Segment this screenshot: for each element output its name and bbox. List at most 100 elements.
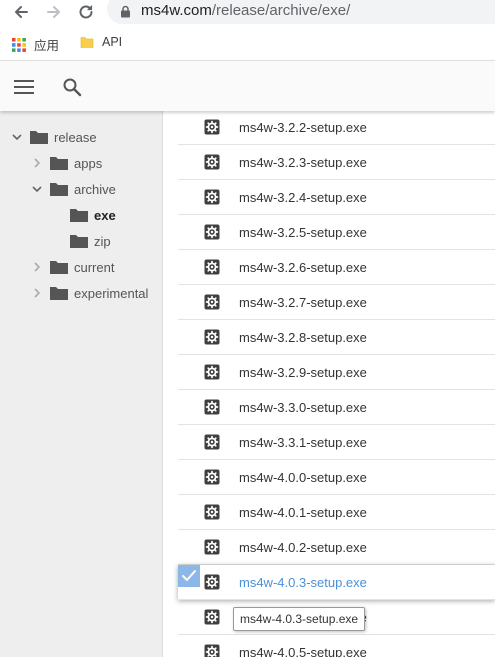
file-name[interactable]: ms4w-3.2.8-setup.exe (239, 330, 367, 345)
file-row[interactable]: ms4w-3.3.0-setup.exe (178, 390, 495, 425)
bookmark-api-label: API (102, 35, 123, 49)
executable-file-icon (204, 644, 220, 657)
arrow-left-icon (15, 6, 28, 18)
file-name[interactable]: ms4w-3.2.2-setup.exe (239, 120, 367, 135)
tree-item-label: release (54, 129, 97, 145)
url-text[interactable]: ms4w.com/release/archive/exe/ (141, 2, 350, 19)
executable-file-icon (204, 504, 220, 525)
filename-tooltip: ms4w-4.0.3-setup.exe (233, 607, 366, 631)
executable-file-icon (204, 469, 220, 490)
executable-file-icon (204, 539, 220, 560)
file-name[interactable]: ms4w-3.2.5-setup.exe (239, 225, 367, 240)
bookmarks-bar: 应用 API (0, 28, 495, 60)
file-row[interactable]: ms4w-3.2.9-setup.exe (178, 355, 495, 390)
tree-item-archive[interactable]: archive (30, 176, 116, 202)
back-button[interactable] (9, 0, 33, 24)
browser-toolbar: ms4w.com/release/archive/exe/ (0, 0, 495, 28)
file-row[interactable]: ms4w-4.0.3-setup.exe (178, 565, 495, 600)
executable-file-icon (204, 119, 220, 140)
folder-icon (30, 131, 48, 144)
tree-item-label: exe (94, 207, 116, 223)
file-row[interactable]: ms4w-3.2.7-setup.exe (178, 285, 495, 320)
executable-file-icon (204, 574, 220, 595)
folder-icon (70, 209, 88, 222)
folder-icon (50, 157, 68, 170)
tree-item-label: experimental (74, 285, 149, 301)
apps-grid-icon (12, 37, 26, 52)
tree-item-zip[interactable]: zip (50, 228, 111, 254)
file-row[interactable]: ms4w-3.3.1-setup.exe (178, 425, 495, 460)
file-name[interactable]: ms4w-3.2.6-setup.exe (239, 260, 367, 275)
url-host: ms4w.com (141, 2, 212, 19)
bookmark-apps-label: 应用 (34, 39, 60, 53)
executable-file-icon (204, 609, 220, 630)
tree-item-experimental[interactable]: experimental (30, 280, 148, 306)
tree-item-current[interactable]: current (30, 254, 114, 280)
executable-file-icon (204, 189, 220, 210)
executable-file-icon (204, 294, 220, 315)
tree-item-apps[interactable]: apps (30, 150, 102, 176)
tree-item-exe[interactable]: exe (50, 202, 116, 228)
file-row[interactable]: ms4w-4.0.1-setup.exe (178, 495, 495, 530)
bookmark-apps[interactable]: 应用 (12, 35, 59, 54)
executable-file-icon (204, 364, 220, 385)
file-row[interactable]: ms4w-3.2.6-setup.exe (178, 250, 495, 285)
app-header (0, 60, 495, 111)
chevron-down-icon[interactable] (10, 130, 24, 144)
file-list: ms4w-3.2.2-setup.exe ms4w-3.2.3-setup.exe… (178, 111, 495, 657)
lock-icon (121, 5, 130, 18)
chevron-right-icon[interactable] (30, 286, 44, 300)
file-row[interactable]: ms4w-3.2.8-setup.exe (178, 320, 495, 355)
folder-icon (70, 235, 88, 248)
file-row[interactable]: ms4w-4.0.2-setup.exe (178, 530, 495, 565)
search-button[interactable] (52, 61, 92, 112)
arrow-right-icon (47, 6, 60, 18)
menu-button[interactable] (4, 61, 44, 112)
file-name[interactable]: ms4w-3.2.3-setup.exe (239, 155, 367, 170)
file-name[interactable]: ms4w-3.2.7-setup.exe (239, 295, 367, 310)
file-row[interactable]: ms4w-3.2.2-setup.exe (178, 110, 495, 145)
search-icon (63, 78, 82, 96)
file-row[interactable]: ms4w-4.0.5-setup.exe (178, 635, 495, 657)
url-path: /release/archive/exe/ (211, 2, 351, 19)
file-row[interactable]: ms4w-4.0.0-setup.exe (178, 460, 495, 495)
reload-icon (79, 5, 93, 19)
tree-item-label: zip (94, 233, 111, 249)
tree-item-release[interactable]: release (10, 124, 97, 150)
folder-icon (50, 183, 68, 196)
bookmark-api[interactable]: API (80, 35, 122, 49)
folder-tree-sidebar: release apps archive exe zip current exp… (0, 111, 163, 657)
hamburger-menu-icon (14, 79, 34, 94)
file-row[interactable]: ms4w-3.2.4-setup.exe (178, 180, 495, 215)
forward-button[interactable] (42, 0, 66, 24)
reload-button[interactable] (74, 0, 98, 24)
file-name[interactable]: ms4w-3.3.0-setup.exe (239, 400, 367, 415)
executable-file-icon (204, 434, 220, 455)
file-name[interactable]: ms4w-3.3.1-setup.exe (239, 435, 367, 450)
file-name[interactable]: ms4w-4.0.5-setup.exe (239, 645, 367, 657)
file-name[interactable]: ms4w-4.0.0-setup.exe (239, 470, 367, 485)
executable-file-icon (204, 259, 220, 280)
file-row[interactable]: ms4w-3.2.5-setup.exe (178, 215, 495, 250)
tree-item-label: archive (74, 181, 116, 197)
executable-file-icon (204, 154, 220, 175)
file-name[interactable]: ms4w-4.0.2-setup.exe (239, 540, 367, 555)
folder-icon (50, 287, 68, 300)
tree-item-label: current (74, 259, 115, 275)
file-name[interactable]: ms4w-3.2.9-setup.exe (239, 365, 367, 380)
file-name[interactable]: ms4w-4.0.1-setup.exe (239, 505, 367, 520)
selection-checkbox[interactable] (178, 565, 200, 587)
file-name[interactable]: ms4w-3.2.4-setup.exe (239, 190, 367, 205)
folder-icon (50, 261, 68, 274)
executable-file-icon (204, 329, 220, 350)
tree-item-label: apps (74, 155, 103, 171)
folder-icon (80, 37, 94, 48)
file-row[interactable]: ms4w-3.2.3-setup.exe (178, 145, 495, 180)
executable-file-icon (204, 224, 220, 245)
chevron-right-icon[interactable] (30, 156, 44, 170)
chevron-right-icon[interactable] (30, 260, 44, 274)
chevron-down-icon[interactable] (30, 182, 44, 196)
file-name[interactable]: ms4w-4.0.3-setup.exe (239, 575, 367, 590)
checkmark-icon (182, 570, 196, 581)
executable-file-icon (204, 399, 220, 420)
